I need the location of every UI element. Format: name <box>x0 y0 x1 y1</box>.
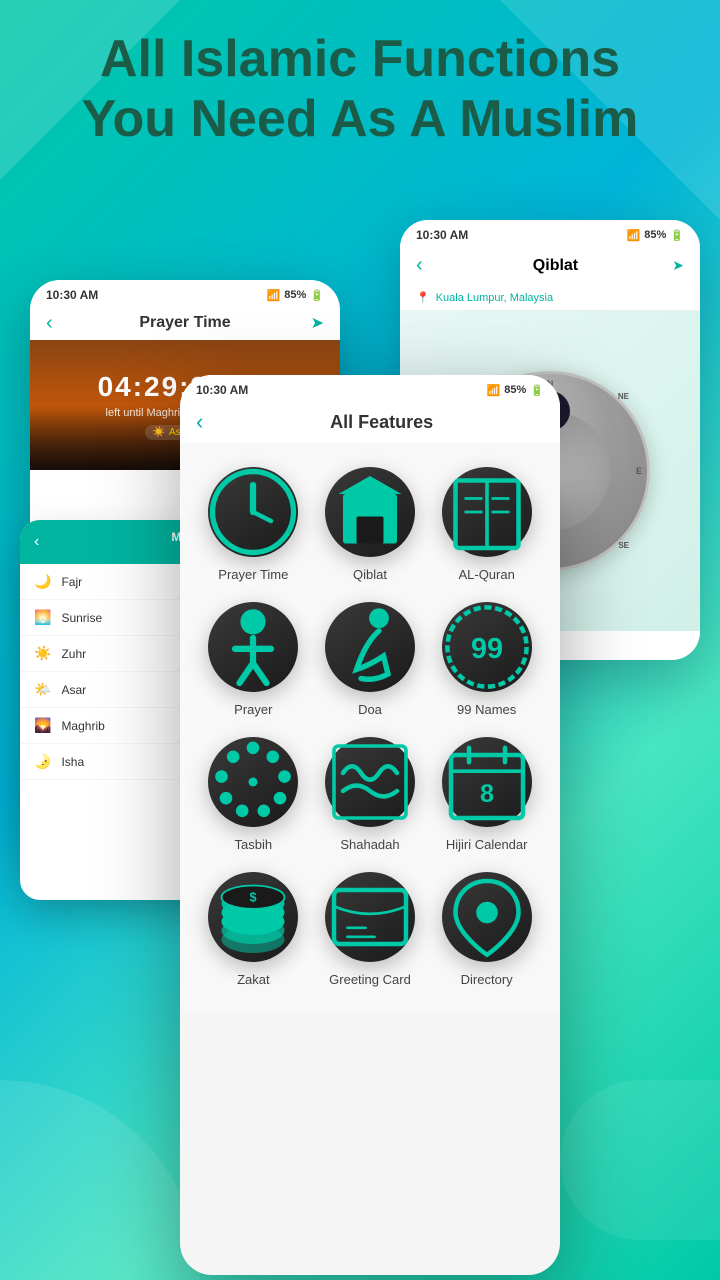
feature-label-prayer-time: Prayer Time <box>218 567 288 582</box>
prayer-status-icons: 📶 85% 🔋 <box>267 289 324 302</box>
feature-label-tasbih: Tasbih <box>235 837 273 852</box>
feature-icon-greeting <box>325 872 415 962</box>
feature-label-99names: 99 Names <box>457 702 516 717</box>
prayer-name: Zuhr <box>61 647 86 661</box>
prayer-name: Asar <box>61 683 86 697</box>
feature-icon-directory <box>442 872 532 962</box>
feature-item-shahadah[interactable]: Shahadah <box>317 737 424 852</box>
qiblat-back-button[interactable]: ‹ <box>416 254 423 277</box>
feature-icon-prayer <box>208 602 298 692</box>
feature-item-doa[interactable]: Doa <box>317 602 424 717</box>
prayer-status-bar: 10:30 AM 📶 85% 🔋 <box>30 280 340 306</box>
feature-item-directory[interactable]: Directory <box>433 872 540 987</box>
qiblat-location: 📍 Kuala Lumpur, Malaysia <box>400 285 700 311</box>
sidebar-back-button[interactable]: ‹ <box>34 533 39 551</box>
feature-icon-qiblat <box>325 467 415 557</box>
compass-ne: NE <box>618 392 629 401</box>
features-battery-icon: 🔋 <box>530 384 544 397</box>
prayer-icon: 🌤️ <box>34 681 51 698</box>
prayer-title: Prayer Time <box>139 314 230 332</box>
location-pin-icon: 📍 <box>416 291 430 304</box>
feature-label-greeting: Greeting Card <box>329 972 411 987</box>
feature-label-hijiri: Hijiri Calendar <box>446 837 528 852</box>
battery-icon: 85% <box>644 229 666 241</box>
feature-icon-99names: 99 <box>442 602 532 692</box>
feature-label-prayer: Prayer <box>234 702 272 717</box>
features-title: All Features <box>219 412 544 433</box>
prayer-nav-icon[interactable]: ➤ <box>311 313 324 333</box>
prayer-icon: 🌙 <box>34 573 51 590</box>
prayer-wifi-icon: 📶 <box>267 289 281 302</box>
feature-label-alquran: AL-Quran <box>458 567 514 582</box>
compass-se: SE <box>618 541 629 550</box>
prayer-icon: 🌄 <box>34 717 51 734</box>
feature-item-alquran[interactable]: AL-Quran <box>433 467 540 582</box>
hero-section: All Islamic Functions You Need As A Musl… <box>0 30 720 150</box>
hero-title: All Islamic Functions You Need As A Musl… <box>0 30 720 150</box>
feature-icon-hijiri: 8 <box>442 737 532 827</box>
phone-features: 10:30 AM 📶 85% 🔋 ‹ All Features Prayer T… <box>180 375 560 1275</box>
feature-label-shahadah: Shahadah <box>340 837 399 852</box>
feature-label-directory: Directory <box>461 972 513 987</box>
feature-icon-alquran <box>442 467 532 557</box>
prayer-back-button[interactable]: ‹ <box>46 312 53 335</box>
prayer-header: ‹ Prayer Time ➤ <box>30 306 340 340</box>
qiblat-nav-icon[interactable]: ➤ <box>672 257 684 274</box>
features-time: 10:30 AM <box>196 383 248 397</box>
feature-item-prayer-time[interactable]: Prayer Time <box>200 467 307 582</box>
feature-label-zakat: Zakat <box>237 972 270 987</box>
prayer-battery-icon: 85% <box>284 289 306 301</box>
prayer-battery-bar: 🔋 <box>310 289 324 302</box>
prayer-time-status: 10:30 AM <box>46 288 98 302</box>
prayer-name: Maghrib <box>61 719 104 733</box>
svg-text:$: $ <box>250 891 257 905</box>
prayer-icon: 🌅 <box>34 609 51 626</box>
feature-item-qiblat[interactable]: Qiblat <box>317 467 424 582</box>
features-battery-text: 85% <box>504 384 526 396</box>
feature-label-qiblat: Qiblat <box>353 567 387 582</box>
qiblat-status-bar: 10:30 AM 📶 85% 🔋 <box>400 220 700 246</box>
feature-icon-zakat: $ <box>208 872 298 962</box>
feature-item-prayer[interactable]: Prayer <box>200 602 307 717</box>
qiblat-status-icons: 📶 85% 🔋 <box>627 229 684 242</box>
features-grid: Prayer Time Qiblat AL-Quran Prayer Doa 9… <box>180 443 560 1011</box>
qiblat-title: Qiblat <box>439 257 673 275</box>
feature-item-zakat[interactable]: $ Zakat <box>200 872 307 987</box>
wifi-icon: 📶 <box>627 229 641 242</box>
prayer-name: Sunrise <box>61 611 102 625</box>
feature-icon-doa <box>325 602 415 692</box>
compass-east: E <box>636 466 642 476</box>
svg-text:99: 99 <box>471 633 503 665</box>
sun-icon: ☀️ <box>153 427 165 438</box>
feature-label-doa: Doa <box>358 702 382 717</box>
feature-icon-shahadah <box>325 737 415 827</box>
qiblat-time: 10:30 AM <box>416 228 468 242</box>
prayer-icon: ☀️ <box>34 645 51 662</box>
features-header: ‹ All Features <box>180 401 560 443</box>
features-status-bar: 10:30 AM 📶 85% 🔋 <box>180 375 560 401</box>
battery-bar-icon: 🔋 <box>670 229 684 242</box>
features-back-button[interactable]: ‹ <box>196 409 203 435</box>
svg-text:8: 8 <box>480 780 494 808</box>
prayer-name: Fajr <box>61 575 82 589</box>
features-wifi-icon: 📶 <box>487 384 501 397</box>
prayer-icon: 🌛 <box>34 753 51 770</box>
feature-item-greeting[interactable]: Greeting Card <box>317 872 424 987</box>
qiblat-header: ‹ Qiblat ➤ <box>400 246 700 285</box>
feature-item-tasbih[interactable]: Tasbih <box>200 737 307 852</box>
feature-item-99names[interactable]: 99 99 Names <box>433 602 540 717</box>
feature-icon-tasbih <box>208 737 298 827</box>
phones-container: 10:30 AM 📶 85% 🔋 ‹ Qiblat ➤ 📍 Kuala Lump… <box>0 220 720 1280</box>
feature-icon-prayer-time <box>208 467 298 557</box>
feature-item-hijiri[interactable]: 8 Hijiri Calendar <box>433 737 540 852</box>
features-status-icons: 📶 85% 🔋 <box>487 384 544 397</box>
location-text: Kuala Lumpur, Malaysia <box>436 292 553 304</box>
prayer-name: Isha <box>61 755 84 769</box>
